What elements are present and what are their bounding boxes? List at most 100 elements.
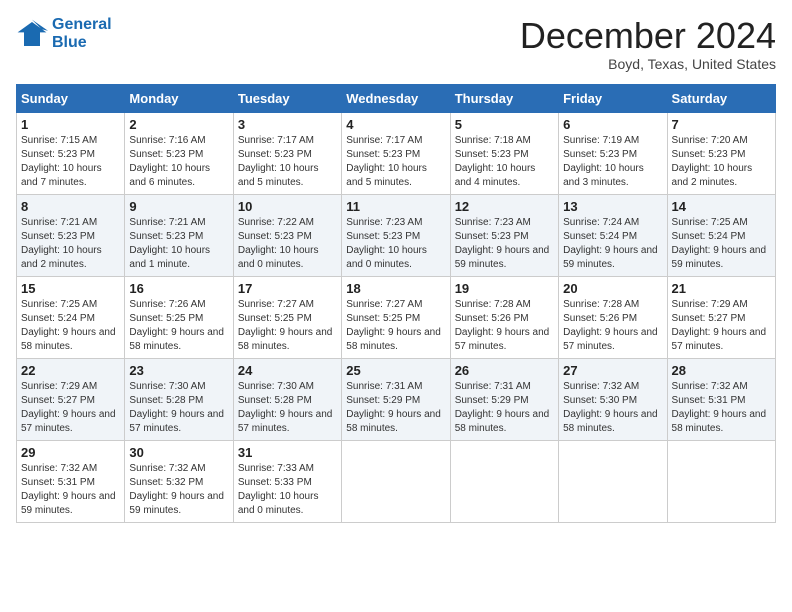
day-info: Sunrise: 7:28 AMSunset: 5:26 PMDaylight:… [455,298,554,354]
day-info: Sunrise: 7:26 AMSunset: 5:25 PMDaylight:… [129,298,228,354]
day-number: 14 [672,199,771,214]
calendar-cell: 24 Sunrise: 7:30 AMSunset: 5:28 PMDaylig… [233,358,341,440]
day-info: Sunrise: 7:17 AMSunset: 5:23 PMDaylight:… [238,134,337,190]
calendar-cell: 14 Sunrise: 7:25 AMSunset: 5:24 PMDaylig… [667,194,775,276]
weekday-header: Friday [559,84,667,112]
day-info: Sunrise: 7:15 AMSunset: 5:23 PMDaylight:… [21,134,120,190]
calendar-cell: 21 Sunrise: 7:29 AMSunset: 5:27 PMDaylig… [667,276,775,358]
day-info: Sunrise: 7:31 AMSunset: 5:29 PMDaylight:… [346,380,445,436]
calendar-cell: 20 Sunrise: 7:28 AMSunset: 5:26 PMDaylig… [559,276,667,358]
day-number: 27 [563,363,662,378]
day-info: Sunrise: 7:22 AMSunset: 5:23 PMDaylight:… [238,216,337,272]
calendar-cell: 23 Sunrise: 7:30 AMSunset: 5:28 PMDaylig… [125,358,233,440]
calendar-cell: 22 Sunrise: 7:29 AMSunset: 5:27 PMDaylig… [17,358,125,440]
calendar-cell: 16 Sunrise: 7:26 AMSunset: 5:25 PMDaylig… [125,276,233,358]
day-info: Sunrise: 7:31 AMSunset: 5:29 PMDaylight:… [455,380,554,436]
calendar-cell: 7 Sunrise: 7:20 AMSunset: 5:23 PMDayligh… [667,112,775,194]
day-info: Sunrise: 7:21 AMSunset: 5:23 PMDaylight:… [129,216,228,272]
calendar-cell: 4 Sunrise: 7:17 AMSunset: 5:23 PMDayligh… [342,112,450,194]
calendar-cell: 30 Sunrise: 7:32 AMSunset: 5:32 PMDaylig… [125,440,233,522]
logo-line2: Blue [52,34,112,52]
calendar-cell: 6 Sunrise: 7:19 AMSunset: 5:23 PMDayligh… [559,112,667,194]
title-area: December 2024 Boyd, Texas, United States [520,16,776,72]
day-number: 15 [21,281,120,296]
day-number: 12 [455,199,554,214]
day-number: 30 [129,445,228,460]
calendar-cell [450,440,558,522]
day-number: 9 [129,199,228,214]
day-info: Sunrise: 7:32 AMSunset: 5:31 PMDaylight:… [21,462,120,518]
calendar-cell: 1 Sunrise: 7:15 AMSunset: 5:23 PMDayligh… [17,112,125,194]
day-number: 10 [238,199,337,214]
day-info: Sunrise: 7:23 AMSunset: 5:23 PMDaylight:… [455,216,554,272]
calendar-cell [667,440,775,522]
calendar-cell: 25 Sunrise: 7:31 AMSunset: 5:29 PMDaylig… [342,358,450,440]
day-info: Sunrise: 7:20 AMSunset: 5:23 PMDaylight:… [672,134,771,190]
calendar-cell: 17 Sunrise: 7:27 AMSunset: 5:25 PMDaylig… [233,276,341,358]
weekday-header: Sunday [17,84,125,112]
day-number: 20 [563,281,662,296]
day-number: 18 [346,281,445,296]
day-number: 6 [563,117,662,132]
day-info: Sunrise: 7:27 AMSunset: 5:25 PMDaylight:… [346,298,445,354]
day-number: 23 [129,363,228,378]
logo-icon [16,18,48,50]
calendar-week-row: 15 Sunrise: 7:25 AMSunset: 5:24 PMDaylig… [17,276,776,358]
calendar-cell: 11 Sunrise: 7:23 AMSunset: 5:23 PMDaylig… [342,194,450,276]
weekday-header: Tuesday [233,84,341,112]
day-number: 4 [346,117,445,132]
weekday-header: Monday [125,84,233,112]
day-number: 31 [238,445,337,460]
calendar-cell: 15 Sunrise: 7:25 AMSunset: 5:24 PMDaylig… [17,276,125,358]
weekday-header: Thursday [450,84,558,112]
calendar-cell: 28 Sunrise: 7:32 AMSunset: 5:31 PMDaylig… [667,358,775,440]
day-number: 8 [21,199,120,214]
day-number: 24 [238,363,337,378]
day-info: Sunrise: 7:21 AMSunset: 5:23 PMDaylight:… [21,216,120,272]
day-info: Sunrise: 7:30 AMSunset: 5:28 PMDaylight:… [238,380,337,436]
day-number: 16 [129,281,228,296]
calendar-cell: 27 Sunrise: 7:32 AMSunset: 5:30 PMDaylig… [559,358,667,440]
day-info: Sunrise: 7:17 AMSunset: 5:23 PMDaylight:… [346,134,445,190]
calendar-cell: 3 Sunrise: 7:17 AMSunset: 5:23 PMDayligh… [233,112,341,194]
calendar-cell: 5 Sunrise: 7:18 AMSunset: 5:23 PMDayligh… [450,112,558,194]
day-info: Sunrise: 7:24 AMSunset: 5:24 PMDaylight:… [563,216,662,272]
day-info: Sunrise: 7:23 AMSunset: 5:23 PMDaylight:… [346,216,445,272]
logo: General Blue [16,16,112,51]
day-info: Sunrise: 7:30 AMSunset: 5:28 PMDaylight:… [129,380,228,436]
calendar-week-row: 1 Sunrise: 7:15 AMSunset: 5:23 PMDayligh… [17,112,776,194]
calendar-cell: 13 Sunrise: 7:24 AMSunset: 5:24 PMDaylig… [559,194,667,276]
day-info: Sunrise: 7:32 AMSunset: 5:31 PMDaylight:… [672,380,771,436]
day-info: Sunrise: 7:18 AMSunset: 5:23 PMDaylight:… [455,134,554,190]
weekday-header-row: SundayMondayTuesdayWednesdayThursdayFrid… [17,84,776,112]
calendar-cell: 9 Sunrise: 7:21 AMSunset: 5:23 PMDayligh… [125,194,233,276]
header: General Blue December 2024 Boyd, Texas, … [16,16,776,72]
day-number: 1 [21,117,120,132]
day-number: 17 [238,281,337,296]
day-number: 26 [455,363,554,378]
day-number: 11 [346,199,445,214]
calendar-cell: 12 Sunrise: 7:23 AMSunset: 5:23 PMDaylig… [450,194,558,276]
day-number: 21 [672,281,771,296]
logo-line1: General [52,16,112,33]
calendar-week-row: 22 Sunrise: 7:29 AMSunset: 5:27 PMDaylig… [17,358,776,440]
day-info: Sunrise: 7:29 AMSunset: 5:27 PMDaylight:… [21,380,120,436]
day-info: Sunrise: 7:32 AMSunset: 5:30 PMDaylight:… [563,380,662,436]
month-title: December 2024 [520,16,776,56]
day-info: Sunrise: 7:16 AMSunset: 5:23 PMDaylight:… [129,134,228,190]
calendar-cell: 29 Sunrise: 7:32 AMSunset: 5:31 PMDaylig… [17,440,125,522]
calendar-cell: 2 Sunrise: 7:16 AMSunset: 5:23 PMDayligh… [125,112,233,194]
calendar-cell: 26 Sunrise: 7:31 AMSunset: 5:29 PMDaylig… [450,358,558,440]
calendar: SundayMondayTuesdayWednesdayThursdayFrid… [16,84,776,523]
day-number: 13 [563,199,662,214]
weekday-header: Saturday [667,84,775,112]
day-number: 19 [455,281,554,296]
calendar-cell [342,440,450,522]
day-info: Sunrise: 7:29 AMSunset: 5:27 PMDaylight:… [672,298,771,354]
day-number: 25 [346,363,445,378]
day-info: Sunrise: 7:27 AMSunset: 5:25 PMDaylight:… [238,298,337,354]
calendar-cell: 8 Sunrise: 7:21 AMSunset: 5:23 PMDayligh… [17,194,125,276]
calendar-week-row: 29 Sunrise: 7:32 AMSunset: 5:31 PMDaylig… [17,440,776,522]
calendar-cell: 19 Sunrise: 7:28 AMSunset: 5:26 PMDaylig… [450,276,558,358]
day-info: Sunrise: 7:19 AMSunset: 5:23 PMDaylight:… [563,134,662,190]
